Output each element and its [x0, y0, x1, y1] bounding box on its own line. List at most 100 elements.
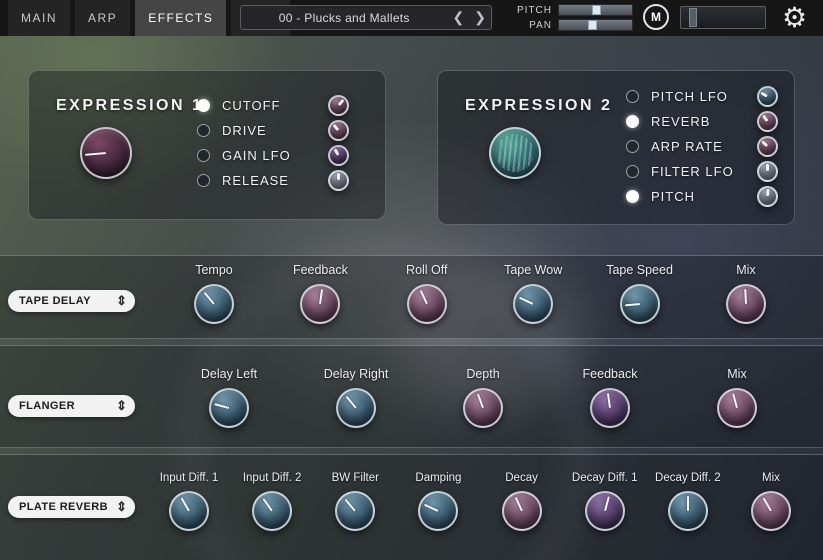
knob-label: Mix: [727, 367, 746, 381]
effect-knob[interactable]: [252, 491, 292, 531]
effect-knob[interactable]: [335, 491, 375, 531]
knob-pointer: [590, 388, 631, 429]
knob-pointer: [746, 486, 795, 535]
target-radio[interactable]: [626, 90, 639, 103]
updown-arrows-icon: ⇕: [116, 398, 127, 414]
preset-prev-icon[interactable]: ❮: [448, 6, 470, 29]
effect-type-select-3[interactable]: PLATE REVERB ⇕: [8, 496, 135, 518]
knob-label: Decay Diff. 2: [655, 472, 721, 484]
effect-knob[interactable]: [169, 491, 209, 531]
knob-pointer: [715, 386, 759, 430]
target-radio[interactable]: [626, 190, 639, 203]
effect-knob-group: Mix: [732, 472, 810, 531]
target-radio[interactable]: [626, 140, 639, 153]
effect-knob[interactable]: [726, 284, 766, 324]
target-amount-knob[interactable]: [757, 186, 778, 207]
effect-type-select-1[interactable]: TAPE DELAY ⇕: [8, 290, 135, 312]
knob-pointer: [758, 187, 776, 205]
volume-slider[interactable]: [680, 6, 766, 29]
effect-knob[interactable]: [336, 388, 376, 428]
expression-target-row: REVERB: [626, 109, 778, 134]
effect-knob[interactable]: [590, 388, 630, 428]
effect-type-label: FLANGER: [19, 400, 116, 412]
effect-knob[interactable]: [463, 388, 503, 428]
effect-knob[interactable]: [717, 388, 757, 428]
target-amount-knob[interactable]: [328, 170, 349, 191]
effect-knob[interactable]: [407, 284, 447, 324]
target-amount-knob[interactable]: [757, 111, 778, 132]
effect-knob[interactable]: [751, 491, 791, 531]
target-radio[interactable]: [197, 124, 210, 137]
target-amount-knob[interactable]: [328, 145, 349, 166]
effect-knob-group: Mix: [698, 367, 776, 428]
effect-row-plate-reverb: PLATE REVERB ⇕ Input Diff. 1Input Diff. …: [0, 454, 823, 560]
knob-label: Mix: [736, 263, 755, 277]
knob-pointer: [330, 486, 381, 537]
expression2-macro-knob[interactable]: [489, 127, 541, 179]
knob-label: Tape Speed: [606, 263, 673, 277]
knob-label: Mix: [762, 472, 780, 484]
pitch-label: PITCH: [508, 3, 552, 18]
expression1-title: EXPRESSION 1: [56, 97, 203, 115]
knob-label: Delay Left: [201, 367, 257, 381]
background-photo: EXPRESSION 1 CUTOFFDRIVEGAIN LFORELEASE …: [0, 36, 823, 560]
tab-arp[interactable]: ARP: [75, 0, 130, 36]
knob-pointer: [583, 489, 627, 533]
effect-knob[interactable]: [620, 284, 660, 324]
expression1-panel: EXPRESSION 1 CUTOFFDRIVEGAIN LFORELEASE: [28, 70, 386, 220]
effect-knob[interactable]: [668, 491, 708, 531]
knob-row: TempoFeedbackRoll OffTape WowTape SpeedM…: [175, 263, 785, 324]
pan-slider[interactable]: [558, 19, 633, 31]
effect-knob[interactable]: [418, 491, 458, 531]
target-radio[interactable]: [197, 174, 210, 187]
knob-pointer: [207, 386, 251, 430]
settings-gear-icon[interactable]: ⚙: [782, 1, 807, 34]
expression-target-row: RELEASE: [197, 168, 349, 193]
target-radio[interactable]: [197, 99, 210, 112]
tab-main[interactable]: MAIN: [8, 0, 70, 36]
volume-slider-handle[interactable]: [689, 8, 697, 27]
effect-knob[interactable]: [513, 284, 553, 324]
target-radio[interactable]: [626, 115, 639, 128]
effect-knob[interactable]: [300, 284, 340, 324]
target-amount-knob[interactable]: [328, 95, 349, 116]
mute-button[interactable]: M: [643, 4, 669, 30]
target-amount-knob[interactable]: [757, 161, 778, 182]
expression1-target-list: CUTOFFDRIVEGAIN LFORELEASE: [197, 93, 349, 193]
effect-knob[interactable]: [585, 491, 625, 531]
target-radio[interactable]: [626, 165, 639, 178]
effect-knob[interactable]: [502, 491, 542, 531]
knob-row: Delay LeftDelay RightDepthFeedbackMix: [190, 367, 776, 428]
target-radio[interactable]: [197, 149, 210, 162]
knob-row: Input Diff. 1Input Diff. 2BW FilterDampi…: [150, 472, 810, 531]
knob-label: Roll Off: [406, 263, 447, 277]
target-amount-knob[interactable]: [757, 86, 778, 107]
expression2-target-list: PITCH LFOREVERBARP RATEFILTER LFOPITCH: [626, 84, 778, 209]
knob-pointer: [460, 385, 506, 431]
preset-selector[interactable]: 00 - Plucks and Mallets ❮ ❯: [240, 5, 492, 30]
target-label: RELEASE: [222, 173, 328, 188]
expression-target-row: FILTER LFO: [626, 159, 778, 184]
preset-name: 00 - Plucks and Mallets: [241, 11, 448, 25]
expression1-macro-knob[interactable]: [80, 127, 132, 179]
pan-slider-handle[interactable]: [588, 20, 597, 30]
effect-knob[interactable]: [194, 284, 234, 324]
target-amount-knob[interactable]: [328, 120, 349, 141]
target-label: GAIN LFO: [222, 148, 328, 163]
knob-pointer: [620, 284, 659, 323]
expression1-knob-slot: [80, 127, 136, 183]
effect-row-tape-delay: TAPE DELAY ⇕ TempoFeedbackRoll OffTape W…: [0, 255, 823, 339]
target-amount-knob[interactable]: [757, 136, 778, 157]
effect-knob[interactable]: [209, 388, 249, 428]
pitch-slider[interactable]: [558, 4, 633, 16]
knob-pointer: [80, 127, 132, 179]
expression2-panel: EXPRESSION 2 PITCH LFOREVERBARP RATEFILT…: [437, 70, 795, 225]
preset-next-icon[interactable]: ❯: [469, 6, 491, 29]
target-label: PITCH: [651, 189, 757, 204]
effect-knob-group: Decay Diff. 1: [566, 472, 644, 531]
effect-knob-group: Input Diff. 1: [150, 472, 228, 531]
knob-label: Decay Diff. 1: [572, 472, 638, 484]
tab-effects[interactable]: EFFECTS: [135, 0, 226, 36]
effect-type-select-2[interactable]: FLANGER ⇕: [8, 395, 135, 417]
pitch-slider-handle[interactable]: [592, 5, 601, 15]
